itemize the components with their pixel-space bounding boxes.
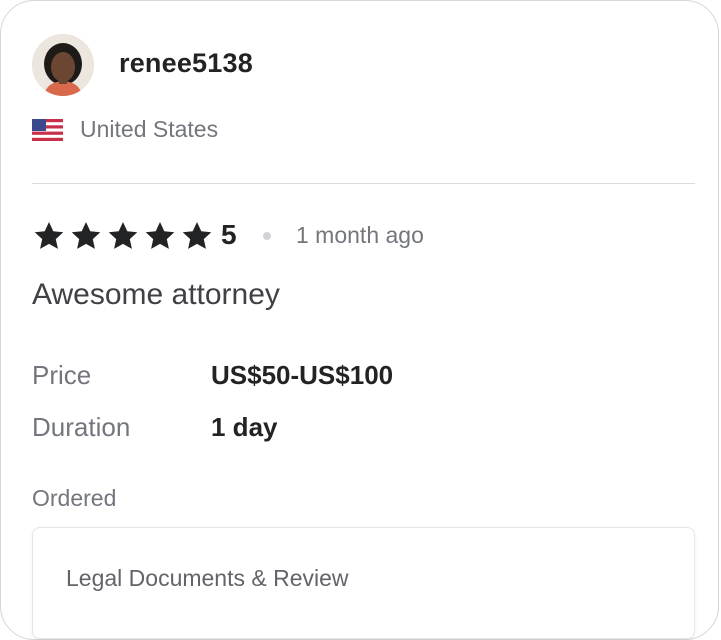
price-label: Price bbox=[32, 360, 92, 390]
rating-value: 5 bbox=[221, 219, 237, 250]
avatar[interactable] bbox=[32, 34, 94, 96]
divider bbox=[32, 183, 695, 184]
review-text: Awesome attorney bbox=[32, 278, 280, 311]
star-icon bbox=[108, 222, 138, 249]
star-icon bbox=[34, 222, 64, 249]
review-card: renee5138 United States 5 1 month ago Aw… bbox=[0, 0, 719, 640]
us-flag-icon bbox=[32, 119, 63, 141]
separator-dot bbox=[263, 232, 271, 240]
duration-value: 1 day bbox=[211, 412, 278, 442]
ordered-label: Ordered bbox=[32, 485, 117, 511]
duration-label: Duration bbox=[32, 412, 131, 442]
star-icon bbox=[71, 222, 101, 249]
ordered-gig-title[interactable]: Legal Documents & Review bbox=[66, 565, 349, 592]
star-rating bbox=[32, 220, 214, 252]
ordered-gig-card[interactable]: Legal Documents & Review bbox=[32, 527, 695, 639]
star-icon bbox=[145, 222, 175, 249]
user-avatar-image bbox=[32, 34, 94, 96]
reviewer-country: United States bbox=[80, 116, 219, 142]
price-value: US$50-US$100 bbox=[211, 360, 394, 390]
star-icon bbox=[182, 222, 212, 249]
review-time: 1 month ago bbox=[296, 222, 424, 248]
reviewer-username[interactable]: renee5138 bbox=[119, 48, 253, 79]
